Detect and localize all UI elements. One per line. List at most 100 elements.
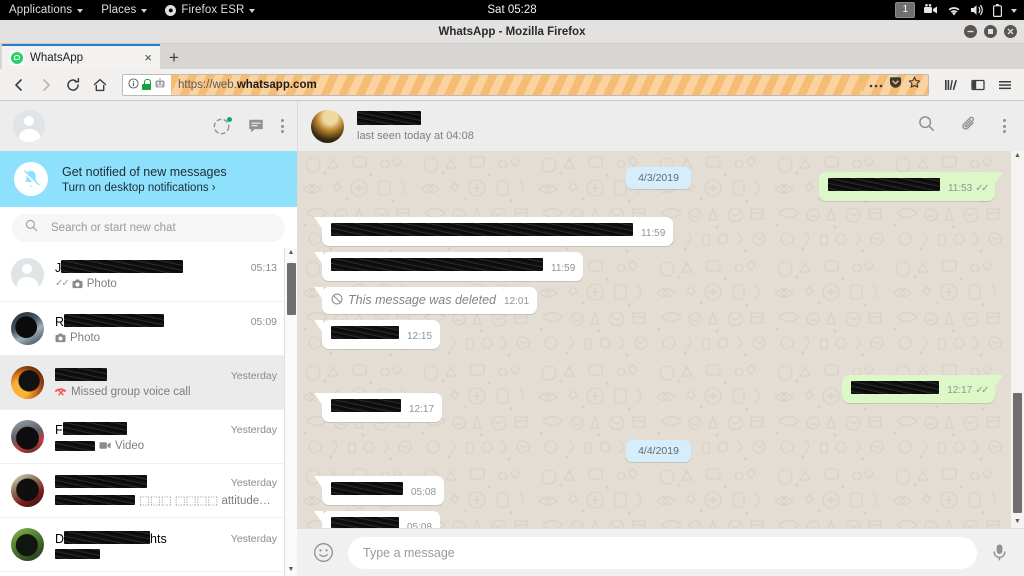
read-receipt-ticks: ✓✓ <box>975 385 989 397</box>
scroll-up-icon[interactable]: ▲ <box>1014 151 1021 162</box>
info-icon[interactable] <box>128 76 139 94</box>
scrollbar-track[interactable] <box>285 259 297 565</box>
smiley-icon[interactable] <box>313 542 334 563</box>
message-row: 12:15 <box>313 319 995 349</box>
workspace-indicator[interactable]: 1 <box>895 2 915 18</box>
message-scrollbar[interactable]: ▲ ▼ <box>1011 151 1024 528</box>
avatar <box>11 366 44 399</box>
new-tab-button[interactable]: + <box>160 47 188 69</box>
message-bubble-incoming[interactable]: 12:17 <box>313 393 443 423</box>
scroll-up-icon[interactable]: ▲ <box>288 248 295 259</box>
deleted-message: This message was deleted <box>331 293 496 308</box>
conversation-header[interactable]: last seen today at 04:08 <box>297 101 1024 151</box>
scrollbar-thumb[interactable] <box>287 263 296 315</box>
message-bubble-outgoing[interactable]: 11:53 ✓✓ <box>818 172 1004 201</box>
padlock-icon[interactable] <box>142 79 151 90</box>
screencast-icon[interactable] <box>924 4 938 16</box>
chat-list-scrollbar[interactable]: ▲ ▼ <box>284 248 297 576</box>
battery-icon[interactable] <box>993 3 1002 17</box>
message-input[interactable] <box>348 536 977 569</box>
message-bubble-deleted[interactable]: This message was deleted 12:01 <box>313 286 538 314</box>
list-item[interactable]: Yesterday ⬚⬚⬚ ⬚⬚⬚⬚ attitude… <box>0 464 297 518</box>
avatar[interactable] <box>13 110 45 142</box>
message-text <box>331 325 399 343</box>
url-text-field[interactable]: https://web.whatsapp.com <box>171 74 862 95</box>
message-bubble-incoming[interactable]: 12:15 <box>313 319 441 349</box>
search-input[interactable] <box>51 222 272 234</box>
chat-name <box>55 367 107 383</box>
maximize-button[interactable] <box>984 25 997 38</box>
desktop-top-panel: Applications Places ● Firefox ESR Sat 05… <box>0 0 1024 20</box>
home-button[interactable] <box>87 72 113 98</box>
robot-icon[interactable] <box>154 76 166 94</box>
desktop-notification-banner[interactable]: Get notified of new messages Turn on des… <box>0 151 297 207</box>
message-row: This message was deleted 12:01 <box>313 286 995 314</box>
message-row: 05:08 <box>313 511 995 528</box>
window-controls <box>964 20 1017 43</box>
scroll-down-icon[interactable]: ▼ <box>288 565 295 576</box>
chat-timestamp: 05:13 <box>250 261 277 274</box>
notification-banner-subtitle[interactable]: Turn on desktop notifications › <box>62 182 227 194</box>
microphone-icon[interactable] <box>991 543 1008 562</box>
scroll-down-icon[interactable]: ▼ <box>1014 517 1021 528</box>
date-label: 4/4/2019 <box>626 440 691 463</box>
message-list: 4/3/2019 11:53 ✓✓ 11:59 11:59 This messa… <box>297 151 1024 528</box>
chat-name: J <box>55 259 184 275</box>
chat-preview: Video <box>55 440 288 452</box>
list-item[interactable]: R 05:09 Photo <box>0 302 297 356</box>
back-button[interactable] <box>6 72 32 98</box>
library-button[interactable] <box>938 72 964 98</box>
list-item[interactable]: F Yesterday Video <box>0 410 297 464</box>
scrollbar-track[interactable] <box>1011 162 1024 517</box>
chevron-down-icon[interactable] <box>1011 8 1017 13</box>
list-item[interactable]: Yesterday Missed group voice call <box>0 356 297 410</box>
message-time: 05:08 <box>411 487 437 499</box>
conversation-contact-name <box>357 110 474 127</box>
hamburger-menu-icon[interactable] <box>992 72 1018 98</box>
message-text <box>331 517 399 528</box>
avatar <box>11 312 44 345</box>
sidebar-header <box>0 101 297 151</box>
list-item[interactable]: J 05:13 ✓✓ Photo <box>0 248 297 302</box>
chat-list[interactable]: J 05:13 ✓✓ Photo R 05:09 Photo Yesterday… <box>0 248 297 576</box>
volume-icon[interactable] <box>970 4 984 16</box>
sidebar-button[interactable] <box>965 72 991 98</box>
message-time: 05:08 <box>407 522 433 528</box>
firefox-esr-menu[interactable]: ● Firefox ESR <box>156 0 264 20</box>
places-menu-label: Places <box>101 4 137 16</box>
message-bubble-incoming[interactable]: 05:08 <box>313 476 445 506</box>
chevron-down-icon <box>249 8 256 13</box>
firefox-esr-menu-label: Firefox ESR <box>181 4 245 16</box>
new-chat-icon[interactable] <box>247 117 265 135</box>
minimize-button[interactable] <box>964 25 977 38</box>
avatar[interactable] <box>311 109 344 143</box>
message-bubble-incoming[interactable]: 05:08 <box>313 511 441 528</box>
date-label: 4/3/2019 <box>626 167 691 189</box>
search-icon[interactable] <box>918 115 935 137</box>
bookmark-star-icon[interactable] <box>908 76 921 94</box>
search-box[interactable] <box>12 214 285 242</box>
page-actions-icon[interactable] <box>869 76 883 94</box>
browser-tab-whatsapp[interactable]: WhatsApp × <box>2 44 160 69</box>
attach-icon[interactable] <box>960 115 978 138</box>
menu-icon[interactable] <box>1003 119 1006 133</box>
message-bubble-incoming[interactable]: 11:59 <box>313 216 674 246</box>
places-menu[interactable]: Places <box>92 0 156 20</box>
wifi-icon[interactable] <box>947 5 961 16</box>
message-bubble-outgoing[interactable]: 12:17 ✓✓ <box>842 374 1003 404</box>
applications-menu[interactable]: Applications <box>0 0 92 20</box>
reload-button[interactable] <box>60 72 86 98</box>
close-button[interactable] <box>1004 25 1017 38</box>
message-time: 12:01 <box>504 295 530 307</box>
scrollbar-thumb[interactable] <box>1013 393 1022 513</box>
forward-button[interactable] <box>33 72 59 98</box>
status-icon[interactable] <box>212 116 232 136</box>
url-bar[interactable]: https://web.whatsapp.com <box>122 73 929 96</box>
list-item[interactable]: Dhts Yesterday <box>0 518 297 572</box>
chevron-down-icon <box>141 8 148 13</box>
chat-preview: ✓✓ Photo <box>55 278 288 290</box>
message-bubble-incoming[interactable]: 11:59 <box>313 251 584 281</box>
pocket-icon[interactable] <box>889 76 902 94</box>
close-icon[interactable]: × <box>142 51 154 64</box>
menu-icon[interactable] <box>281 119 284 133</box>
